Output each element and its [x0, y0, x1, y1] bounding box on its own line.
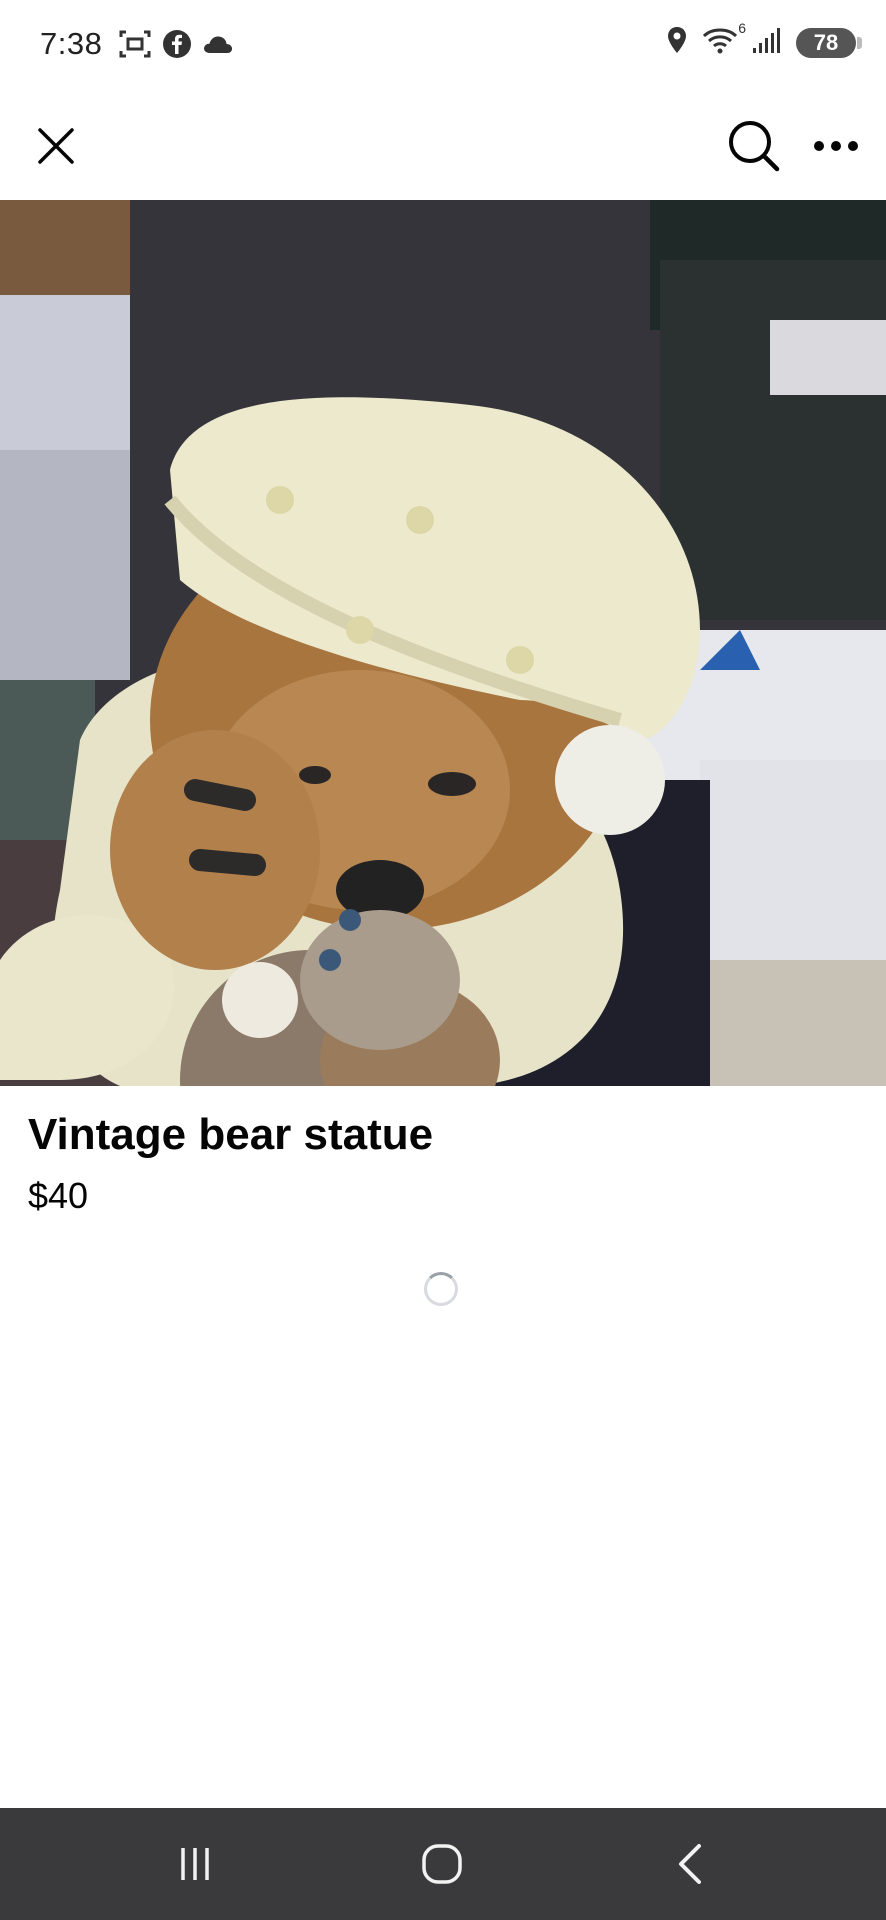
status-time: 7:38 — [40, 26, 103, 61]
cloud-icon — [202, 33, 234, 60]
top-bar — [0, 92, 886, 200]
more-icon — [814, 141, 858, 151]
search-button[interactable] — [722, 114, 786, 178]
close-button[interactable] — [24, 114, 88, 178]
status-right-icons: 6 78 — [666, 20, 862, 59]
home-icon — [422, 1844, 462, 1884]
facebook-icon — [162, 29, 192, 64]
wifi-icon: 6 — [702, 20, 746, 59]
battery-indicator: 78 — [796, 27, 862, 58]
signal-icon — [752, 26, 782, 59]
search-icon — [729, 121, 780, 172]
navigation-bar — [0, 1808, 886, 1920]
close-icon — [38, 128, 74, 164]
more-options-button[interactable] — [804, 114, 868, 178]
back-button[interactable] — [650, 1834, 730, 1894]
listing-photo[interactable] — [0, 200, 886, 1086]
home-button[interactable] — [402, 1834, 482, 1894]
recents-icon — [181, 1848, 209, 1880]
loading-spinner-icon — [424, 1272, 458, 1306]
listing-title: Vintage bear statue — [28, 1110, 434, 1159]
listing-photo-image — [0, 200, 886, 1086]
status-left-icons — [118, 28, 234, 65]
marketplace-listing-screen: 7:38 6 78 Vintage bear statue $40 — [0, 0, 886, 1920]
screenshot-icon — [118, 28, 152, 65]
recents-button[interactable] — [155, 1834, 235, 1894]
back-icon — [679, 1844, 701, 1884]
listing-price: $40 — [28, 1175, 89, 1216]
status-bar: 7:38 6 78 — [0, 0, 886, 92]
wifi-label: 6 — [738, 20, 746, 36]
location-icon — [666, 26, 688, 59]
